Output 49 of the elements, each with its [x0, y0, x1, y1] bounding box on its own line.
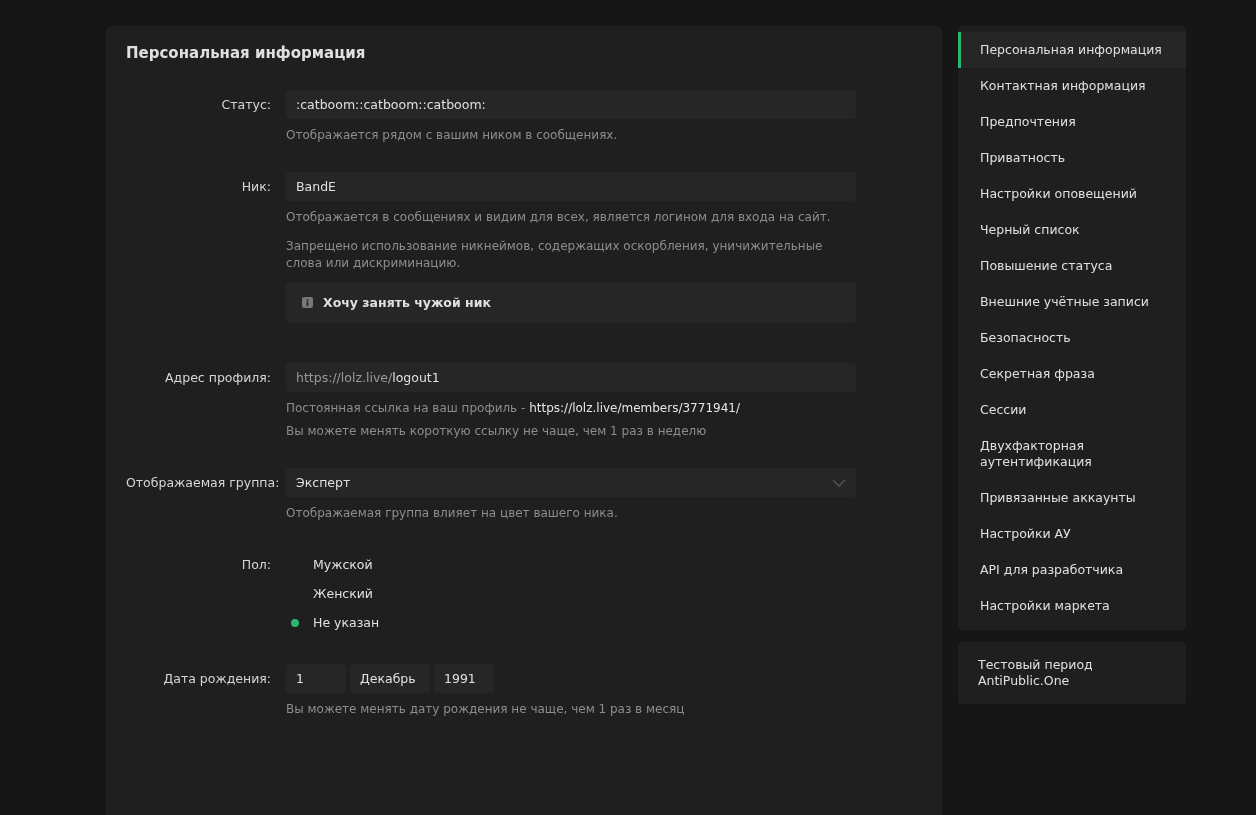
- sidebar-item[interactable]: Безопасность: [958, 320, 1186, 356]
- sidebar-item[interactable]: Двухфакторная аутентификация: [958, 428, 1186, 480]
- field-label: Адрес профиля:: [164, 369, 272, 387]
- sidebar-item[interactable]: Настройки маркета: [958, 588, 1186, 624]
- day-field[interactable]: 1: [286, 664, 346, 693]
- sidebar-item[interactable]: Секретная фраза: [958, 356, 1186, 392]
- hint-text: Запрещено использование никнеймов, содержащих оскорбления, уничижительные слова или дискриминацию.: [286, 238, 824, 272]
- select-value: Эксперт: [296, 475, 351, 490]
- hint-text: Вы можете менять короткую ссылку не чаще, чем 1 раз в неделю: [286, 423, 708, 440]
- chevron-icon: [832, 478, 846, 487]
- sidebar-item[interactable]: Предпочтения: [958, 104, 1186, 140]
- profile-link[interactable]: https://lolz.live/members/3771941/: [529, 401, 740, 415]
- sidebar-item[interactable]: Контактная информация: [958, 68, 1186, 104]
- sidebar-item[interactable]: Настройки АУ: [958, 516, 1186, 552]
- hint-text: Постоянная ссылка на ваш профиль - https://lolz.live/members/3771941/: [286, 400, 741, 417]
- field-label: Отображаемая группа:: [126, 474, 281, 492]
- sidebar-item[interactable]: Персональная информация: [958, 32, 1186, 68]
- field-label: Ник:: [240, 178, 272, 196]
- panel-title: Персональная информация: [126, 44, 367, 62]
- sidebar-item[interactable]: API для разработчика: [958, 552, 1186, 588]
- radio-option[interactable]: Не указан: [286, 615, 380, 630]
- input-field[interactable]: BandE: [286, 172, 856, 201]
- field-label: Статус:: [220, 96, 272, 114]
- expand-button[interactable]: Хочу занять чужой ник: [286, 282, 856, 323]
- sidebar-item[interactable]: Привязанные аккаунты: [958, 480, 1186, 516]
- info-icon: [302, 297, 313, 308]
- radio-dot: [291, 618, 299, 627]
- year-field[interactable]: 1991: [434, 664, 494, 693]
- input-field[interactable]: https://lolz.live/logout1: [286, 363, 856, 392]
- radio-option[interactable]: Мужской: [286, 557, 373, 572]
- select-field[interactable]: Эксперт: [286, 468, 856, 497]
- sidebar-item[interactable]: Приватность: [958, 140, 1186, 176]
- url-prefix: https://lolz.live/: [296, 370, 393, 385]
- field-value: logout1: [392, 370, 440, 385]
- sidebar-item[interactable]: Повышение статуса: [958, 248, 1186, 284]
- sidebar-item[interactable]: Внешние учётные записи: [958, 284, 1186, 320]
- field-label: Дата рождения:: [162, 670, 272, 688]
- sidebar-item[interactable]: Сессии: [958, 392, 1186, 428]
- trial-link[interactable]: Тестовый период AntiPublic.One: [958, 642, 1186, 704]
- hint-text: Отображаемая группа влияет на цвет вашего ника.: [286, 505, 619, 522]
- hint-text: Вы можете менять дату рождения не чаще, чем 1 раз в месяц: [286, 701, 686, 718]
- input-field[interactable]: :catboom::catboom::catboom:: [286, 90, 856, 119]
- hint-text: Отображается рядом с вашим ником в сообщениях.: [286, 127, 619, 144]
- sidebar-item[interactable]: Настройки оповещений: [958, 176, 1186, 212]
- hint-text: Отображается в сообщениях и видим для всех, является логином для входа на сайт.: [286, 209, 832, 226]
- radio-option[interactable]: Женский: [286, 586, 373, 601]
- field-label: Пол:: [240, 556, 272, 574]
- month-select[interactable]: Декабрь: [350, 664, 430, 693]
- sidebar-item[interactable]: Черный список: [958, 212, 1186, 248]
